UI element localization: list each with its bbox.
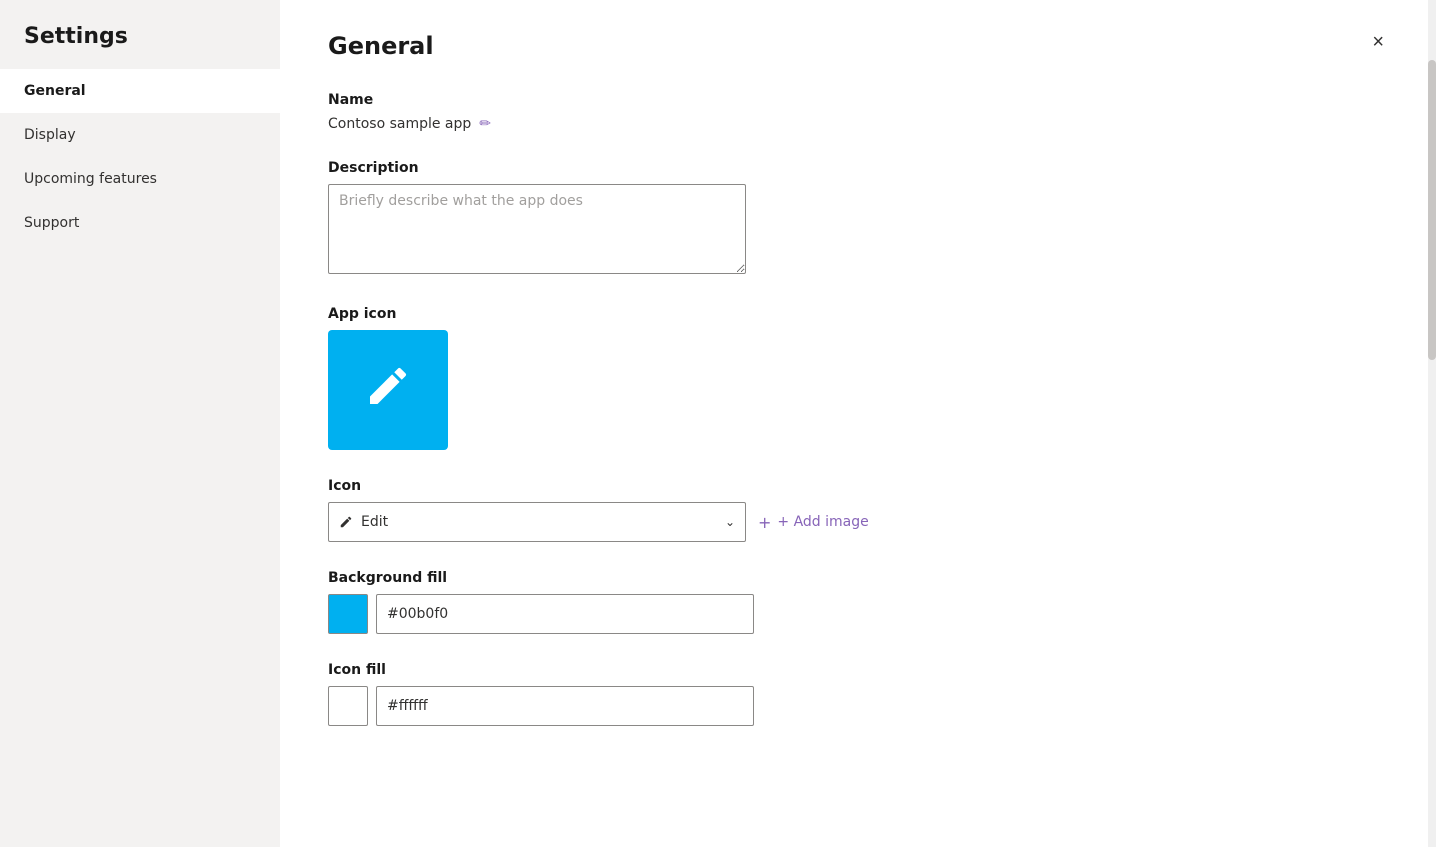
background-fill-label: Background fill [328,570,1380,586]
app-icon-pencil-icon [364,362,412,419]
background-color-swatch[interactable] [328,594,368,634]
sidebar-item-general[interactable]: General [0,69,280,113]
background-color-input[interactable] [376,594,754,634]
icon-color-input[interactable] [376,686,754,726]
icon-color-swatch[interactable] [328,686,368,726]
edit-icon [339,515,353,529]
app-icon-box[interactable] [328,330,448,450]
name-label: Name [328,92,1380,108]
plus-icon: + [758,513,771,532]
description-section: Description [328,160,1380,278]
sidebar-item-support[interactable]: Support [0,201,280,245]
name-edit-icon[interactable]: ✏ [479,116,491,132]
add-image-label: + Add image [777,514,868,530]
description-label: Description [328,160,1380,176]
add-image-button[interactable]: + + Add image [758,513,869,532]
chevron-down-icon: ⌄ [725,515,735,529]
scrollbar-thumb[interactable] [1428,60,1436,360]
sidebar: Settings General Display Upcoming featur… [0,0,280,847]
icon-fill-label: Icon fill [328,662,1380,678]
panel-header: General × [328,32,1380,60]
sidebar-title: Settings [0,0,280,69]
icon-row: Edit ⌄ + + Add image [328,502,1380,542]
main-panel: General × Name Contoso sample app ✏ Desc… [280,0,1428,847]
sidebar-item-upcoming-features[interactable]: Upcoming features [0,157,280,201]
name-section: Name Contoso sample app ✏ [328,92,1380,132]
icon-fill-row [328,686,1380,726]
app-icon-label: App icon [328,306,1380,322]
sidebar-nav: General Display Upcoming features Suppor… [0,69,280,245]
app-icon-section: App icon [328,306,1380,450]
icon-dropdown-value: Edit [361,514,388,530]
icon-label: Icon [328,478,1380,494]
app-name-text: Contoso sample app [328,116,471,132]
close-button[interactable]: × [1368,28,1388,56]
background-fill-row [328,594,1380,634]
icon-section: Icon Edit ⌄ + + Add image [328,478,1380,542]
icon-fill-section: Icon fill [328,662,1380,726]
icon-dropdown[interactable]: Edit ⌄ [328,502,746,542]
description-textarea[interactable] [328,184,746,274]
panel-title: General [328,32,434,60]
scrollbar-track [1428,0,1436,847]
name-row: Contoso sample app ✏ [328,116,1380,132]
background-fill-section: Background fill [328,570,1380,634]
sidebar-item-display[interactable]: Display [0,113,280,157]
